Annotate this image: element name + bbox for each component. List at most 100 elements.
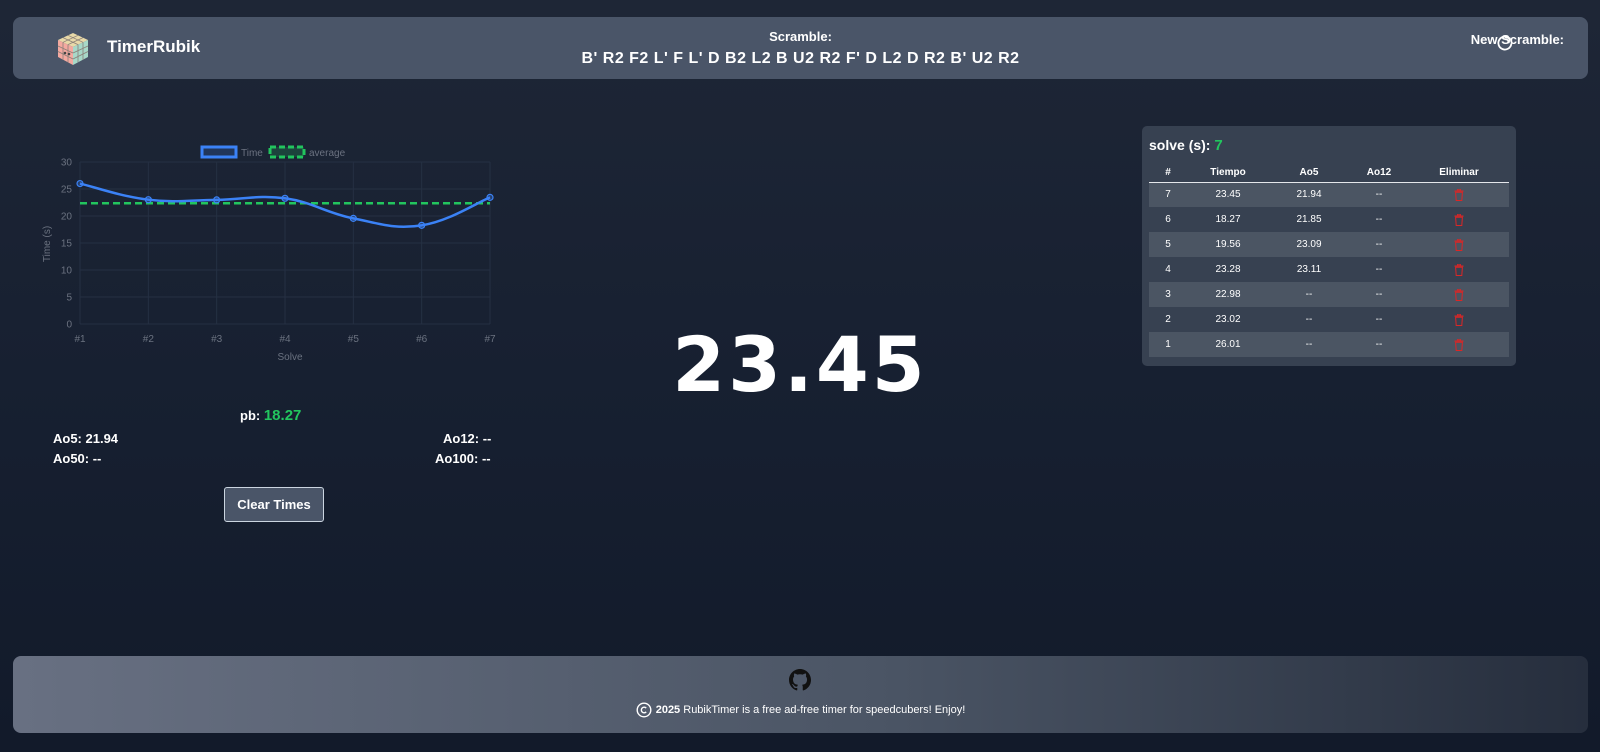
delete-cell (1409, 257, 1509, 282)
solves-table: # Tiempo Ao5 Ao12 Eliminar 7 23.45 21.94 --… (1149, 164, 1509, 357)
time-point (144, 196, 152, 204)
table-header-row: # Tiempo Ao5 Ao12 Eliminar (1149, 164, 1509, 183)
trash-icon[interactable] (1454, 263, 1464, 276)
scramble-sequence: B' R2 F2 L' F L' D B2 L2 B U2 R2 F' D L2… (581, 50, 1020, 67)
footer-text: RubikTimer is a free ad-free timer for s… (680, 703, 966, 716)
time-point (349, 214, 357, 222)
timer-display[interactable]: 23.45 (600, 320, 1000, 409)
header-number: # (1149, 164, 1187, 183)
copyright-year: 2025 (655, 703, 681, 716)
solve-ao5: 21.94 (1269, 182, 1349, 207)
header-ao5: Ao5 (1269, 164, 1349, 183)
solve-time: 23.02 (1215, 314, 1241, 325)
y-axis-ticks: 0 5 10 15 20 25 30 (61, 158, 73, 331)
table-row: 3 22.98 -- -- (1149, 282, 1509, 307)
footer: 2025 RubikTimer is a free ad-free timer … (13, 656, 1588, 733)
solve-ao5: 23.09 (1269, 232, 1349, 257)
github-icon[interactable] (789, 669, 811, 691)
table-row: 1 26.01 -- -- (1149, 332, 1509, 357)
solve-number: 6 (1165, 214, 1171, 225)
solves-panel: solve (s): 7 # Tiempo Ao5 Ao12 Eliminar … (1142, 126, 1516, 366)
pb-value: 18.27 (263, 407, 302, 424)
delete-cell (1409, 307, 1509, 332)
solve-ao5: -- (1269, 282, 1349, 307)
solve-ao12: -- (1349, 332, 1409, 357)
solves-count-title: solve (s): 7 (1149, 137, 1223, 154)
ao50-stat: Ao50: -- (53, 451, 102, 466)
trash-icon[interactable] (1454, 313, 1464, 326)
legend-time-swatch (200, 145, 238, 159)
delete-cell (1409, 232, 1509, 257)
y-axis-label: Time (s) (42, 226, 53, 262)
y-tick-label: 0 (66, 320, 72, 331)
solve-ao5: 23.11 (1296, 264, 1322, 275)
pb-label: pb: (240, 408, 261, 423)
solve-time-chart: 0 5 10 15 20 25 30 #1 #2 #3 #4 #5 #6 #7 Time (s) Sol… (42, 145, 496, 363)
personal-best: pb: 18.27 (240, 407, 301, 424)
scramble-label: Scramble: (769, 29, 832, 44)
header-ao12: Ao12 (1349, 164, 1409, 183)
solves-count-label: solve (s): (1149, 137, 1211, 153)
solve-number: 4 (1165, 264, 1171, 275)
solve-number: 3 (1149, 282, 1187, 307)
solve-number: 1 (1149, 332, 1187, 357)
ao12-stat: Ao12: -- (443, 431, 492, 446)
solve-ao12: -- (1349, 282, 1409, 307)
header-bar: TimerRubik Scramble: B' R2 F2 L' F L' D … (13, 17, 1588, 79)
solve-time: 23.45 (1187, 182, 1269, 207)
x-tick-label: #5 (348, 334, 360, 345)
solve-ao5: -- (1305, 314, 1313, 325)
clear-times-button[interactable]: Clear Times (224, 487, 324, 522)
solve-number: 5 (1149, 232, 1187, 257)
solve-time: 18.27 (1215, 214, 1241, 225)
delete-cell (1409, 282, 1509, 307)
x-tick-label: #3 (211, 334, 223, 345)
solve-number: 2 (1165, 314, 1171, 325)
trash-icon[interactable] (1454, 288, 1464, 301)
trash-icon[interactable] (1454, 338, 1464, 351)
copyright-line: 2025 RubikTimer is a free ad-free timer … (13, 702, 1588, 718)
table-row: 2 23.02 -- -- (1149, 307, 1509, 332)
time-point (418, 221, 426, 229)
trash-icon[interactable] (1454, 188, 1464, 201)
solve-ao12: -- (1375, 214, 1383, 225)
time-point (486, 193, 494, 201)
table-row: 7 23.45 21.94 -- (1149, 182, 1509, 207)
legend-average-swatch (268, 145, 306, 159)
solve-time: 26.01 (1187, 332, 1269, 357)
time-point (76, 179, 84, 188)
header-time: Tiempo (1187, 164, 1269, 183)
x-tick-label: #2 (143, 334, 155, 345)
x-axis-label: Solve (277, 352, 302, 363)
table-row: 4 23.28 23.11 -- (1149, 257, 1509, 282)
trash-icon[interactable] (1454, 238, 1464, 251)
solve-time: 19.56 (1187, 232, 1269, 257)
y-tick-label: 10 (61, 266, 73, 277)
solve-ao12: -- (1375, 314, 1383, 325)
time-point (213, 196, 221, 204)
delete-cell (1409, 182, 1509, 207)
solve-time: 23.28 (1215, 264, 1241, 275)
y-tick-label: 15 (61, 239, 73, 250)
header-delete: Eliminar (1409, 164, 1509, 183)
solve-ao5: 21.85 (1296, 214, 1322, 225)
solves-count-value: 7 (1214, 137, 1223, 154)
solve-ao5: -- (1269, 332, 1349, 357)
copyright-icon (636, 702, 652, 718)
solve-number: 7 (1149, 182, 1187, 207)
y-tick-label: 5 (66, 293, 72, 304)
refresh-icon[interactable] (1495, 33, 1515, 53)
delete-cell (1409, 332, 1509, 357)
table-row: 6 18.27 21.85 -- (1149, 207, 1509, 232)
x-tick-label: #1 (74, 334, 86, 345)
trash-icon[interactable] (1454, 213, 1464, 226)
table-row: 5 19.56 23.09 -- (1149, 232, 1509, 257)
legend-time-label: Time (241, 148, 263, 159)
ao5-stat: Ao5: 21.94 (53, 431, 119, 446)
ao100-stat: Ao100: -- (435, 451, 491, 466)
legend-average-label: average (309, 148, 346, 159)
solve-ao12: -- (1349, 232, 1409, 257)
y-tick-label: 20 (61, 212, 73, 223)
chart-legend: Time average (200, 145, 346, 159)
x-tick-label: #6 (416, 334, 428, 345)
